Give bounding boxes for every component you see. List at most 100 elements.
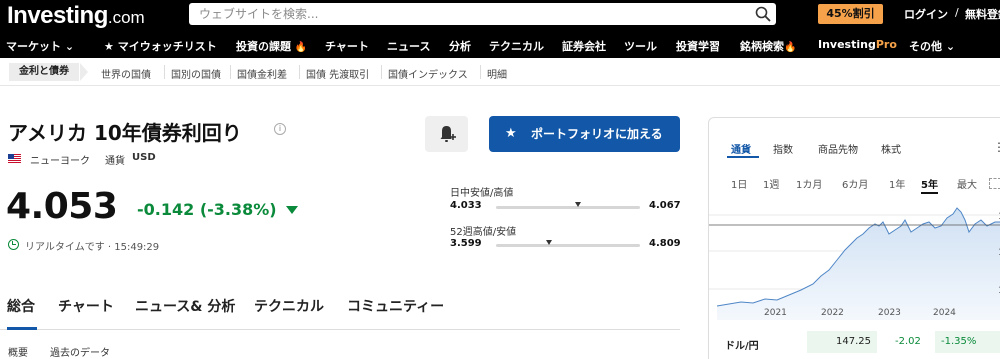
breadcrumb-spreads[interactable]: 国債金利差: [237, 66, 287, 81]
nav-challenge-label: 投資の課題: [236, 40, 291, 53]
panel-tab-commodities[interactable]: 商品先物: [818, 141, 858, 156]
quote-name[interactable]: ドル/円: [725, 337, 759, 352]
period-6m[interactable]: 6カ月: [842, 176, 868, 191]
exchange-name: ニューヨーク: [30, 156, 90, 167]
panel-tab-currencies[interactable]: 通貨: [731, 141, 751, 156]
tab-overview[interactable]: 総合: [7, 296, 35, 316]
portfolio-button-label: ポートフォリオに加える: [531, 127, 663, 141]
nav-screener[interactable]: 銘柄検索🔥: [740, 38, 796, 54]
nav-screener-label: 銘柄検索: [740, 40, 784, 53]
currency-label: 通貨: [105, 156, 125, 167]
nav-technical[interactable]: テクニカル: [489, 38, 544, 54]
search-input[interactable]: [189, 3, 739, 25]
nav-challenge[interactable]: 投資の課題 🔥: [236, 38, 307, 54]
breadcrumb-world-govt[interactable]: 世界の国債: [101, 66, 151, 81]
active-tab-indicator: [7, 327, 37, 330]
x-tick-2024: 2024: [933, 308, 956, 318]
divider: [299, 65, 300, 79]
nav-pro-badge: Pro: [875, 38, 897, 51]
nav-education[interactable]: 投資学習: [676, 38, 720, 54]
nav-tools[interactable]: ツール: [624, 38, 657, 54]
breadcrumb-indices[interactable]: 国債インデックス: [388, 66, 468, 81]
bell-plus-icon: [440, 126, 456, 142]
divider: [480, 65, 481, 79]
clock-icon: [8, 239, 19, 250]
x-tick-2021: 2021: [764, 308, 787, 318]
price-change: -0.142 (-3.38%): [137, 200, 277, 219]
period-1w[interactable]: 1週: [763, 176, 779, 191]
nav-brokers[interactable]: 証券会社: [562, 38, 606, 54]
week52-high: 4.809: [649, 238, 681, 249]
page-title: アメリカ 10年債券利回り: [8, 121, 242, 145]
flame-icon: 🔥: [294, 42, 308, 53]
create-alert-button[interactable]: [425, 116, 468, 152]
flame-icon: 🔥: [784, 42, 797, 53]
nav-watchlist[interactable]: ★ マイウォッチリスト: [104, 38, 217, 54]
day-range-bar: [496, 202, 640, 209]
period-1y[interactable]: 1年: [889, 176, 905, 191]
week52-range-label: 52週高値/安値: [450, 227, 517, 238]
quote-price: 147.25: [807, 331, 877, 353]
promo-button[interactable]: 45%割引: [818, 4, 883, 24]
currency-value: USD: [132, 152, 156, 163]
search-icon[interactable]: [754, 5, 772, 23]
add-to-portfolio-button[interactable]: ★ ポートフォリオに加える: [489, 116, 680, 152]
main-nav: マーケット ⌄ ★ マイウォッチリスト 投資の課題 🔥 チャート ニュース 分析…: [0, 34, 1000, 58]
search-box: [189, 3, 776, 25]
down-arrow-icon: [286, 206, 298, 214]
breadcrumb-details[interactable]: 明細: [487, 66, 507, 81]
logo-text: Investing: [7, 2, 108, 29]
logo-suffix: .com: [107, 8, 145, 27]
quote-change: -2.02: [895, 336, 921, 347]
nav-more[interactable]: その他 ⌄: [909, 38, 955, 54]
nav-analysis[interactable]: 分析: [449, 38, 471, 54]
week52-range-bar: [496, 240, 640, 247]
tab-technical[interactable]: テクニカル: [254, 296, 324, 316]
nav-charts[interactable]: チャート: [325, 38, 369, 54]
divider: [381, 65, 382, 79]
tab-chart[interactable]: チャート: [58, 296, 114, 316]
chart-toggle-checkbox[interactable]: [989, 178, 1000, 189]
nav-pro-label: Investing: [818, 38, 876, 51]
header-separator: /: [955, 6, 959, 19]
info-icon[interactable]: i: [274, 123, 286, 135]
signup-link[interactable]: 無料登録: [965, 6, 1000, 22]
top-header: Investing.com 45%割引 ログイン / 無料登録 マーケット ⌄ …: [0, 0, 1000, 58]
week52-low: 3.599: [450, 238, 482, 249]
site-logo[interactable]: Investing.com: [7, 2, 145, 30]
subtab-historical[interactable]: 過去のデータ: [50, 344, 110, 359]
subtab-summary[interactable]: 概要: [8, 344, 28, 359]
star-icon: ★: [505, 126, 517, 141]
breadcrumb-rates-bonds[interactable]: 金利と債券: [9, 63, 79, 81]
mini-chart: 150 125 100 2021 2022 2023 2024: [709, 207, 1000, 320]
panel-tab-stocks[interactable]: 株式: [881, 141, 901, 156]
divider: [164, 65, 165, 79]
breadcrumb-by-country[interactable]: 国別の国債: [171, 66, 221, 81]
day-low: 4.033: [450, 200, 482, 211]
us-flag-icon: [8, 154, 21, 163]
section-tabs: 総合 チャート ニュース& 分析 テクニカル コミュニティー: [0, 290, 680, 330]
breadcrumb-forwards[interactable]: 国債 先渡取引: [306, 66, 369, 81]
nav-news[interactable]: ニュース: [387, 38, 430, 54]
breadcrumb-arrow: [80, 63, 88, 81]
period-1m[interactable]: 1カ月: [796, 176, 822, 191]
nav-markets[interactable]: マーケット ⌄: [6, 38, 74, 54]
quote-change-pct: -1.35%: [935, 331, 1000, 353]
last-price: 4.053: [6, 186, 118, 227]
panel-tab-indicator: [727, 156, 759, 158]
divider: [230, 65, 231, 79]
week52-range-marker: [546, 240, 553, 245]
x-tick-2022: 2022: [821, 308, 844, 318]
realtime-status: リアルタイムです · 15:49:29: [25, 242, 160, 253]
period-max[interactable]: 最大: [957, 176, 977, 191]
period-5y[interactable]: 5年: [921, 176, 938, 194]
panel-tab-indices[interactable]: 指数: [773, 141, 793, 156]
tab-community[interactable]: コミュニティー: [347, 296, 444, 316]
day-range-marker: [575, 202, 582, 207]
period-1d[interactable]: 1日: [731, 176, 747, 191]
more-options-icon[interactable]: ⋮: [993, 140, 1000, 154]
nav-investingpro[interactable]: InvestingPro: [818, 38, 897, 51]
markets-panel: 通貨 指数 商品先物 株式 ⋮ 1日 1週 1カ月 6カ月 1年 5年 最大 1…: [708, 117, 1000, 359]
tab-news-analysis[interactable]: ニュース& 分析: [135, 296, 235, 316]
login-link[interactable]: ログイン: [904, 6, 948, 22]
